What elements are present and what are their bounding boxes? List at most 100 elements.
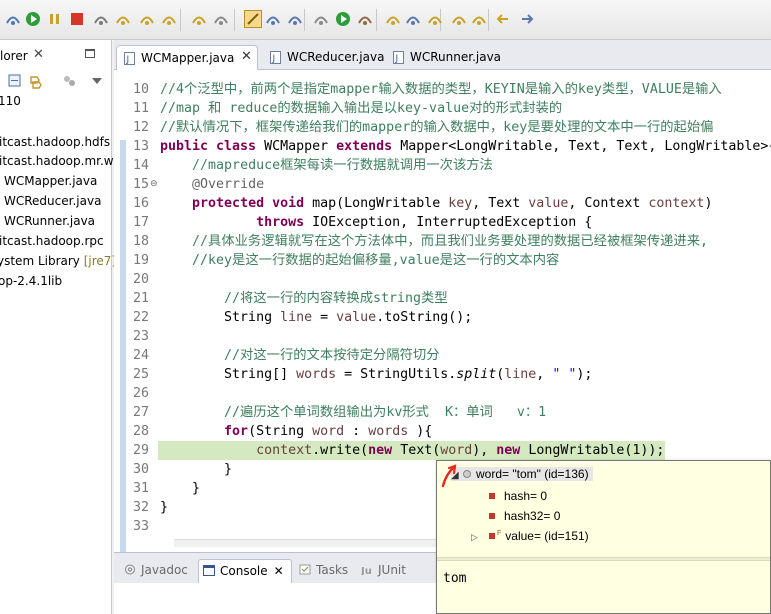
code-line[interactable]: 10 //4个泛型中，前两个是指定mapper输入数据的类型，KEYIN是输入的k…: [114, 80, 771, 99]
toggle-mark-occurrences-icon[interactable]: [244, 10, 262, 28]
code-token: map(LongWritable: [312, 196, 449, 211]
debug-hover-popup[interactable]: ◢ word= "tom" (id=136) hash= 0 hash32= 0 ▷ Fv…: [436, 460, 771, 614]
line-number: 27: [132, 405, 149, 420]
tree-item[interactable]: 110: [0, 94, 21, 108]
new-java-package-icon[interactable]: [384, 10, 402, 28]
next-annotation-icon[interactable]: [450, 10, 468, 28]
code-line[interactable]: 27 //遍历这个单词数组输出为kv形式 K：单词 v：1: [114, 403, 771, 422]
editor-tab-bar: J WCMapper.java ✕ J WCReducer.java J WCRunner.…: [114, 40, 771, 70]
link-with-editor-icon[interactable]: [30, 76, 42, 89]
step-return-icon[interactable]: [160, 10, 178, 28]
editor-tab-wcreducer[interactable]: J WCReducer.java: [263, 45, 385, 70]
coverage-icon[interactable]: [356, 10, 374, 28]
tree-item-decoration: [jre7]: [83, 254, 117, 268]
code-line[interactable]: 22 String line = value.toString();: [114, 308, 771, 327]
expand-arrow-icon[interactable]: ▷: [471, 532, 489, 543]
tree-item-label: itcast.hadoop.mr.w: [0, 154, 114, 168]
fold-toggle-icon[interactable]: ⊖: [150, 175, 158, 194]
code-line[interactable]: 11 //map 和 reduce的数据输入输出是以key-value对的形式封装…: [114, 99, 771, 118]
search-icon[interactable]: [426, 10, 444, 28]
editor-tab-label: WCReducer.java: [287, 50, 385, 64]
terminate-icon[interactable]: [68, 10, 86, 28]
tree-item[interactable]: WCMapper.java: [4, 174, 97, 188]
line-number: 25: [132, 367, 149, 382]
popup-splitter[interactable]: [437, 557, 770, 561]
code-line[interactable]: 16 protected void map(LongWritable key, …: [114, 194, 771, 213]
code-token: }: [160, 462, 233, 477]
editor-tab-wcmapper[interactable]: J WCMapper.java ✕: [116, 45, 258, 70]
code-line[interactable]: 21 //将这一行的内容转换成string类型: [114, 289, 771, 308]
code-token: ),: [472, 443, 497, 458]
tab-console[interactable]: Console ✕: [198, 559, 292, 583]
step-over-icon[interactable]: [138, 10, 156, 28]
code-line[interactable]: 14 //mapreduce框架每读一行数据就调用一次该方法: [114, 156, 771, 175]
debug-icon[interactable]: [4, 10, 22, 28]
tree-item[interactable]: itcast.hadoop.rpc: [0, 234, 104, 248]
code-line[interactable]: 12 //默认情况下，框架传递给我们的mapper的输入数据中，key是要处理的文…: [114, 118, 771, 137]
code-line[interactable]: 13 public class WCMapper extends Mapper<L…: [114, 137, 771, 156]
code-line[interactable]: 26: [114, 384, 771, 403]
close-icon[interactable]: ✕: [33, 47, 44, 62]
skip-breakpoints-icon[interactable]: [312, 10, 330, 28]
editor-tab-wcrunner[interactable]: J WCRunner.java: [386, 45, 504, 70]
code-line[interactable]: 28 for(String word : words ){: [114, 422, 771, 441]
code-line[interactable]: 18 //具体业务逻辑就写在这个方法体中，而且我们业务要处理的数据已经被框架传递…: [114, 232, 771, 251]
forward-icon[interactable]: [518, 10, 536, 28]
minimize-icon[interactable]: [85, 49, 95, 58]
run-icon[interactable]: [334, 10, 352, 28]
filters-icon[interactable]: [64, 76, 75, 86]
step-into-icon[interactable]: [114, 10, 132, 28]
toggle-word-wrap-icon[interactable]: [264, 10, 282, 28]
code-line[interactable]: 24 //对这一行的文本按待定分隔符切分: [114, 346, 771, 365]
code-text: }: [160, 460, 232, 479]
field-icon: [489, 493, 495, 499]
open-type-icon[interactable]: [404, 10, 422, 28]
variable-root-row[interactable]: ◢ word= "tom" (id=136): [451, 467, 593, 481]
use-step-filters-icon[interactable]: [212, 10, 230, 28]
bottom-tab-label: Console: [220, 564, 268, 578]
collapse-all-icon[interactable]: [8, 74, 21, 87]
package-explorer-tab[interactable]: lorer ✕: [0, 46, 58, 68]
tree-item[interactable]: WCReducer.java: [4, 194, 101, 208]
code-line[interactable]: 19 //key是这一行数据的起始偏移量,value是这一行的文本内容: [114, 251, 771, 270]
tab-tasks[interactable]: Tasks: [295, 559, 353, 583]
back-icon[interactable]: [494, 10, 512, 28]
variable-field-row[interactable]: hash= 0: [489, 489, 547, 503]
code-token: //将这一行的内容转换成string类型: [224, 291, 448, 306]
tree-item[interactable]: op-2.4.1lib: [0, 274, 62, 288]
bottom-tab-label: JUnit: [378, 563, 406, 577]
tab-javadoc[interactable]: Javadoc: [120, 559, 192, 583]
code-line[interactable]: 15 ⊖ @Override: [114, 175, 771, 194]
tree-item[interactable]: itcast.hadoop.hdfs: [0, 135, 110, 149]
view-menu-icon[interactable]: [92, 78, 102, 84]
code-token: Text(: [400, 443, 441, 458]
drop-to-frame-icon[interactable]: [190, 10, 208, 28]
code-token: ): [704, 196, 713, 211]
code-text: //遍历这个单词数组输出为kv形式 K：单词 v：1: [160, 403, 546, 422]
tree-item[interactable]: ystem Library [jre7]: [0, 254, 116, 268]
tree-item[interactable]: WCRunner.java: [4, 214, 95, 228]
show-whitespace-icon[interactable]: [286, 10, 304, 28]
code-line[interactable]: 17 throws IOException, InterruptedExcept…: [114, 213, 771, 232]
close-icon[interactable]: ✕: [274, 564, 284, 578]
code-line[interactable]: 23: [114, 327, 771, 346]
code-line[interactable]: 25 String[] words = StringUtils.split(li…: [114, 365, 771, 384]
close-icon[interactable]: ✕: [241, 49, 252, 64]
suspend-icon[interactable]: [46, 10, 64, 28]
main-toolbar: [0, 0, 771, 40]
variable-field-row[interactable]: ▷ Fvalue= (id=151): [471, 529, 589, 543]
tab-junit[interactable]: Ju JUnit: [357, 559, 415, 583]
line-number: 14: [132, 158, 149, 173]
code-token: //具体业务逻辑就写在这个方法体中，而且我们业务要处理的数据已经被框架传递进来,: [192, 234, 709, 249]
variable-field-row[interactable]: hash32= 0: [489, 509, 560, 523]
code-line[interactable]: 29 context.write(new Text(word), new Lon…: [133, 441, 665, 460]
resume-icon[interactable]: [24, 10, 42, 28]
code-line[interactable]: 20: [114, 270, 771, 289]
disconnect-icon[interactable]: [92, 10, 110, 28]
code-text: }: [160, 498, 168, 517]
tree-item-label: op-2.4.1lib: [0, 274, 63, 288]
svg-text:J: J: [272, 54, 276, 64]
previous-annotation-icon[interactable]: [470, 10, 488, 28]
tree-item[interactable]: itcast.hadoop.mr.w: [0, 154, 114, 168]
